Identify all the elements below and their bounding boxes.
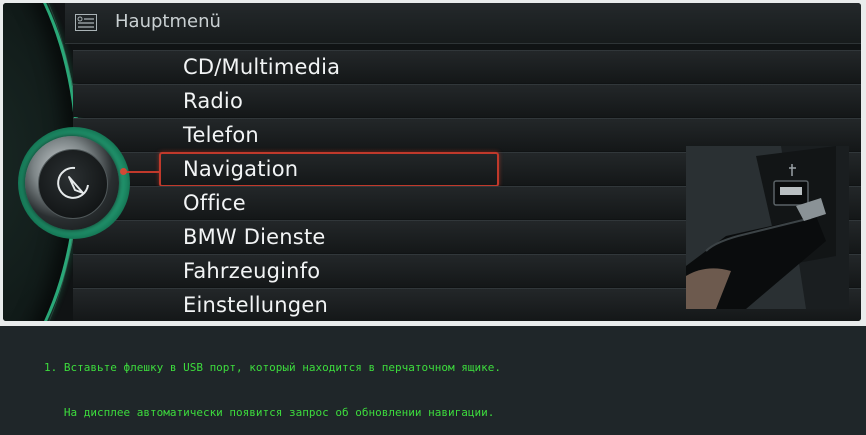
menu-item-label: Fahrzeuginfo <box>183 259 321 283</box>
header-bar: Hauptmenü <box>65 3 861 44</box>
usb-port-photo <box>686 146 849 309</box>
menu-list-icon <box>75 14 97 31</box>
instructions-text: 1. Вставьте флешку в USB порт, который н… <box>44 330 501 435</box>
instruction-line: На дисплее автоматически появится запрос… <box>44 406 495 419</box>
menu-item-label: BMW Dienste <box>183 225 326 249</box>
instruction-line: 1. Вставьте флешку в USB порт, который н… <box>44 361 501 374</box>
page-title: Hauptmenü <box>115 11 221 32</box>
usb-port-icon <box>686 146 849 309</box>
menu-item-radio[interactable]: Radio <box>73 84 861 117</box>
menu-item-label: Einstellungen <box>183 293 328 317</box>
connector-dot <box>120 168 127 175</box>
menu-item-label: CD/Multimedia <box>183 55 341 79</box>
menu-item-label: Telefon <box>183 123 259 147</box>
selection-connector <box>121 171 161 173</box>
idrive-screen: Hauptmenü CD/Multimedia Radio Telefon Na… <box>3 3 861 321</box>
menu-item-label: Radio <box>183 89 244 113</box>
menu-item-label: Navigation <box>183 157 299 181</box>
menu-item-cd-multimedia[interactable]: CD/Multimedia <box>73 50 861 83</box>
navigation-compass-icon <box>57 166 89 199</box>
display-frame: Hauptmenü CD/Multimedia Radio Telefon Na… <box>0 0 866 326</box>
menu-item-label: Office <box>183 191 246 215</box>
